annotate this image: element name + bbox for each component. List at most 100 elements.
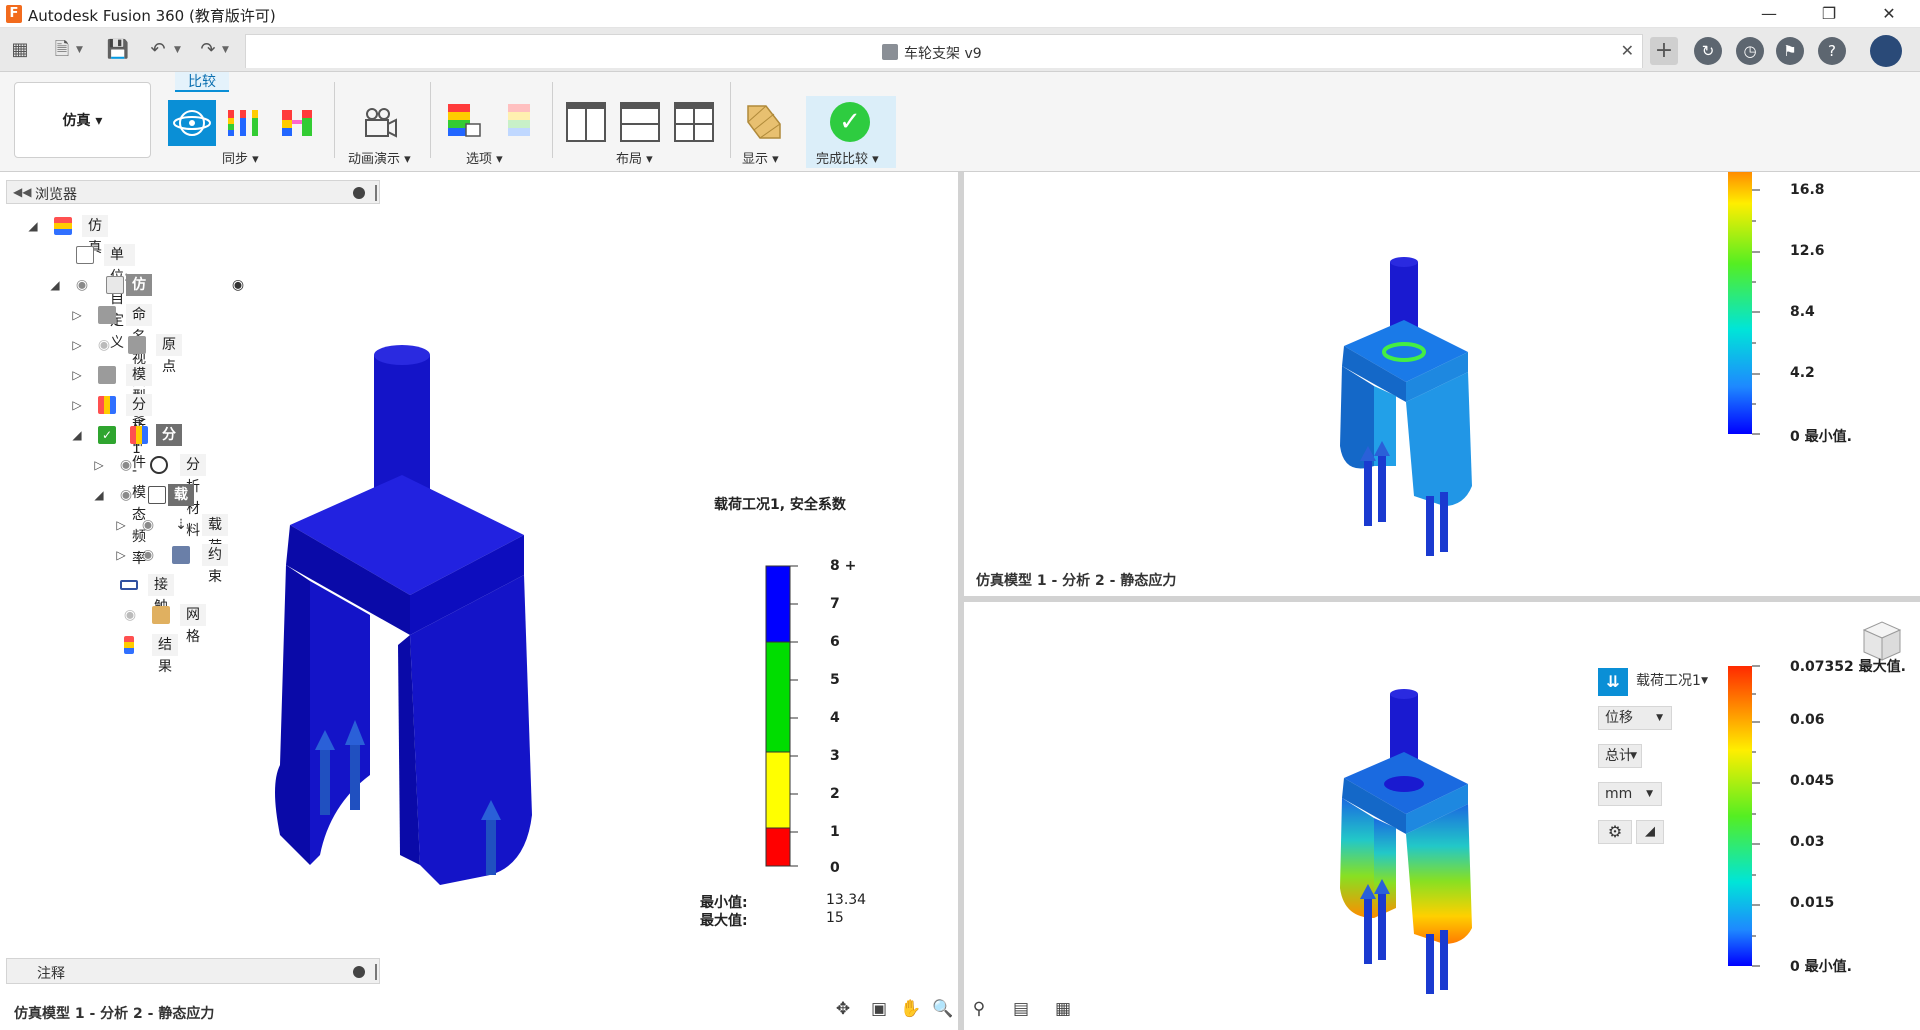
expand-toggle-icon[interactable]: ▷ bbox=[70, 396, 84, 414]
pan-hand-icon[interactable]: ✋ bbox=[898, 998, 924, 1020]
left-viewport-caption: 仿真模型 1 - 分析 2 - 静态应力 bbox=[14, 1006, 215, 1022]
new-tab-plus-icon[interactable]: + bbox=[1650, 37, 1678, 65]
hidden-eye-icon[interactable]: ◉ bbox=[94, 337, 114, 353]
animate-group-label[interactable]: 动画演示 ▾ bbox=[348, 148, 411, 167]
redo-dropdown-icon[interactable]: ▼ bbox=[222, 38, 232, 62]
expand-toggle-icon[interactable]: ▷ bbox=[70, 336, 84, 354]
layout-group-label[interactable]: 布局 ▾ bbox=[616, 148, 653, 167]
zoom-window-icon[interactable]: ⚲ bbox=[966, 998, 992, 1020]
navigation-bar: ✥ ▣ ✋ 🔍 ⚲ ▤ ▦ bbox=[826, 994, 1090, 1024]
file-dropdown-icon[interactable]: ▼ bbox=[76, 38, 86, 62]
data-panel-grid-icon[interactable]: ▦ bbox=[8, 38, 32, 62]
active-check-icon[interactable]: ✓ bbox=[98, 426, 116, 444]
legend-tick-label: 4 bbox=[830, 710, 840, 726]
display-settings-icon[interactable]: ▤ bbox=[1008, 998, 1034, 1020]
undo-dropdown-icon[interactable]: ▼ bbox=[174, 38, 184, 62]
expand-toggle-icon[interactable]: ◢ bbox=[92, 486, 106, 504]
bottom-right-model-render[interactable] bbox=[1334, 688, 1474, 1004]
legend-tick-label: 3 bbox=[830, 748, 840, 764]
workspace-switcher-button[interactable]: 仿真 ▾ bbox=[14, 82, 151, 158]
tree-item-label: 接触 bbox=[148, 574, 174, 615]
visibility-eye-icon[interactable]: ◉ bbox=[138, 517, 158, 533]
collapse-panel-icon[interactable]: ◀◀ bbox=[13, 185, 31, 199]
redo-icon[interactable]: ↷ bbox=[196, 38, 220, 62]
grid-settings-icon[interactable]: ▦ bbox=[1050, 998, 1076, 1020]
options-faded-legend-icon[interactable] bbox=[502, 102, 538, 138]
visibility-eye-icon[interactable]: ◉ bbox=[72, 277, 92, 293]
help-icon[interactable]: ? bbox=[1818, 37, 1846, 65]
notes-panel-header[interactable]: 注释 bbox=[6, 958, 380, 984]
visibility-eye-icon[interactable]: ◉ bbox=[116, 457, 136, 473]
extensions-icon[interactable]: ↻ bbox=[1694, 37, 1722, 65]
options-legend-icon[interactable] bbox=[446, 102, 482, 138]
max-value-label: 最大值: bbox=[700, 913, 748, 929]
look-at-icon[interactable]: ▣ bbox=[866, 998, 892, 1020]
legend-tick-label: 16.8 bbox=[1790, 182, 1825, 198]
hidden-eye-icon[interactable]: ◉ bbox=[120, 607, 140, 623]
restore-button[interactable]: ❐ bbox=[1806, 2, 1852, 26]
title-bar: F Autodesk Fusion 360 (教育版许可) — ❐ ✕ bbox=[0, 0, 1920, 28]
visibility-eye-icon[interactable]: ◉ bbox=[116, 487, 136, 503]
minimize-button[interactable]: — bbox=[1746, 2, 1792, 26]
stress-legend-bar bbox=[1728, 172, 1760, 435]
result-unit-dropdown[interactable]: mm ▼ bbox=[1598, 782, 1662, 806]
sync-camera-icon[interactable] bbox=[168, 100, 216, 146]
viewport-horizontal-divider[interactable] bbox=[964, 596, 1920, 602]
options-group-label[interactable]: 选项 ▾ bbox=[466, 148, 503, 167]
browser-options-icon[interactable] bbox=[353, 187, 365, 199]
display-group-label[interactable]: 显示 ▾ bbox=[742, 148, 779, 167]
constraint-icon bbox=[172, 546, 190, 564]
browser-panel-header[interactable]: ◀◀ 浏览器 bbox=[6, 180, 380, 204]
expand-toggle-icon[interactable]: ▷ bbox=[114, 546, 128, 564]
expand-toggle-icon[interactable]: ◢ bbox=[48, 276, 62, 294]
sync-legend-icon[interactable] bbox=[226, 104, 262, 140]
legend-tick-label: 1 bbox=[830, 824, 840, 840]
expand-toggle-icon[interactable]: ▷ bbox=[70, 306, 84, 324]
sync-range-icon[interactable] bbox=[280, 104, 316, 140]
panel-resize-handle[interactable] bbox=[375, 964, 377, 980]
visibility-eye-icon[interactable]: ◉ bbox=[138, 547, 158, 563]
left-model-render[interactable] bbox=[270, 345, 550, 885]
layout-two-columns-icon[interactable] bbox=[566, 102, 606, 142]
panel-resize-handle[interactable] bbox=[375, 185, 377, 201]
expand-toggle-icon[interactable]: ▷ bbox=[114, 516, 128, 534]
activate-radio-icon[interactable]: ◉ bbox=[228, 277, 248, 293]
close-window-button[interactable]: ✕ bbox=[1866, 2, 1912, 26]
tree-item-label: 载荷 bbox=[202, 514, 228, 555]
user-avatar[interactable] bbox=[1870, 35, 1902, 67]
job-status-icon[interactable]: ◷ bbox=[1736, 37, 1764, 65]
tab-compare[interactable]: 比较 bbox=[175, 72, 229, 92]
top-right-viewport-caption: 仿真模型 1 - 分析 2 - 静态应力 bbox=[976, 573, 1177, 589]
expand-toggle-icon[interactable]: ▷ bbox=[92, 456, 106, 474]
animation-camera-icon[interactable] bbox=[362, 106, 398, 142]
finish-compare-button[interactable]: ✓ 完成比较 ▾ bbox=[806, 96, 896, 168]
save-icon[interactable]: 💾 bbox=[106, 38, 130, 62]
display-mesh-icon[interactable] bbox=[746, 104, 782, 140]
expand-toggle-icon[interactable]: ◢ bbox=[26, 217, 40, 235]
finish-checkmark-icon: ✓ bbox=[830, 102, 870, 142]
top-right-model-render[interactable] bbox=[1334, 256, 1474, 566]
orbit-icon[interactable]: ✥ bbox=[830, 998, 856, 1020]
document-tab[interactable]: 车轮支架 v9 ✕ bbox=[245, 34, 1643, 68]
load-case-dropdown[interactable]: 载荷工况1 ▼ bbox=[1630, 670, 1716, 694]
expand-toggle-icon[interactable]: ▷ bbox=[70, 366, 84, 384]
expand-toggle-icon[interactable]: ◢ bbox=[70, 426, 84, 444]
result-options-collapse-icon[interactable]: ⇊ bbox=[1598, 668, 1628, 696]
tree-item-label: 原点 bbox=[156, 334, 182, 375]
file-menu-icon[interactable]: 🗎 bbox=[50, 38, 74, 62]
result-type-dropdown[interactable]: 位移 ▼ bbox=[1598, 706, 1672, 730]
notes-options-icon[interactable] bbox=[353, 966, 365, 978]
legend-options-triangle-icon[interactable]: ◢ bbox=[1636, 820, 1664, 844]
tree-item-label: 单位: 自定义 bbox=[104, 244, 135, 351]
undo-icon[interactable]: ↶ bbox=[146, 38, 170, 62]
result-component-dropdown[interactable]: 总计 ▼ bbox=[1598, 744, 1642, 768]
notifications-bell-icon[interactable]: ⚑ bbox=[1776, 37, 1804, 65]
safety-factor-legend-bar bbox=[765, 565, 798, 867]
sync-group-label[interactable]: 同步 ▾ bbox=[222, 148, 259, 167]
legend-settings-gear-icon[interactable]: ⚙ bbox=[1598, 820, 1632, 844]
layout-two-rows-icon[interactable] bbox=[620, 102, 660, 142]
close-tab-icon[interactable]: ✕ bbox=[1621, 41, 1634, 60]
legend-tick-label: 7 bbox=[830, 596, 840, 612]
zoom-icon[interactable]: 🔍 bbox=[930, 998, 956, 1020]
layout-quad-icon[interactable] bbox=[674, 102, 714, 142]
